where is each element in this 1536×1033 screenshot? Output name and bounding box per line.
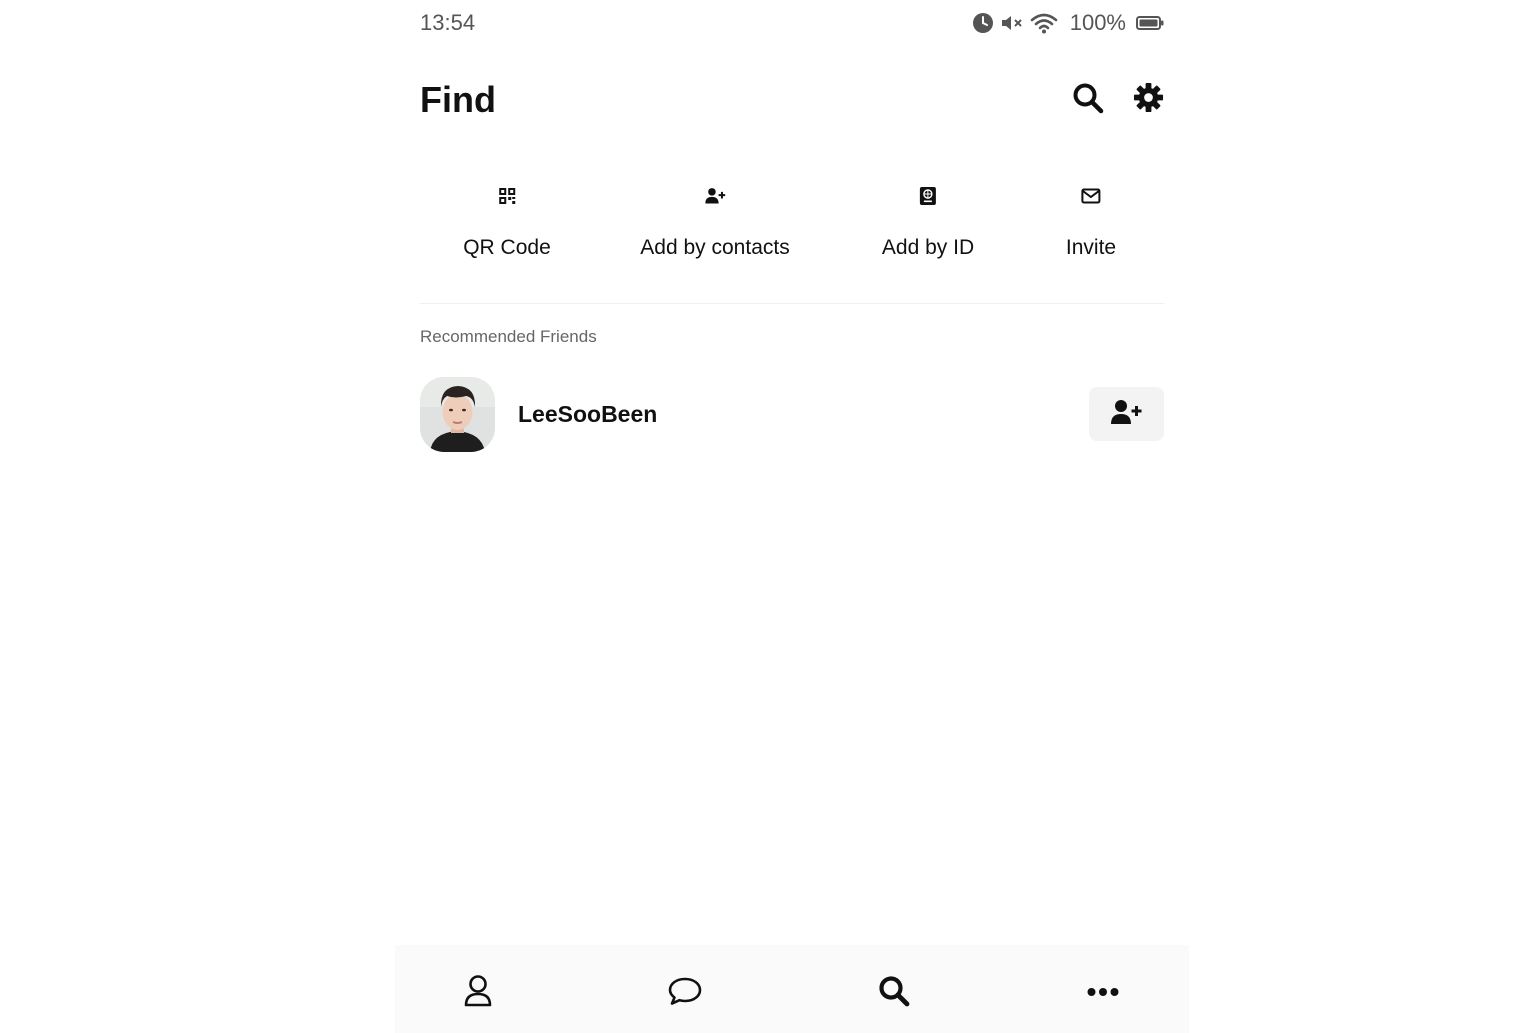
section-divider [420,303,1164,304]
quick-actions: QR Code Add by contacts Add by ID Invite [420,186,1164,276]
battery-percent: 100% [1069,10,1126,35]
id-book-icon [918,186,938,206]
wifi-icon [1030,12,1058,34]
settings-button[interactable] [1132,82,1164,118]
user-plus-icon [704,186,725,206]
person-icon [463,974,493,1013]
mute-icon [1000,12,1024,34]
add-by-contacts-button[interactable]: Add by contacts [640,186,790,260]
friend-name: LeeSooBeen [518,400,658,427]
search-icon [878,975,910,1012]
page-title: Find [420,79,496,120]
user-plus-icon [1111,399,1142,430]
invite-label: Invite [1065,236,1117,259]
search-icon [1072,82,1104,119]
list-item[interactable]: LeeSooBeen [420,376,1164,452]
status-bar: 13:54 100% [420,8,1164,38]
add-by-contacts-label: Add by contacts [640,236,790,259]
gear-icon [1133,82,1164,118]
nav-find[interactable] [876,975,912,1011]
add-friend-button[interactable] [1089,387,1164,441]
avatar[interactable] [420,376,495,452]
search-button[interactable] [1072,82,1104,119]
battery-icon [1136,15,1164,31]
add-by-id-button[interactable]: Add by ID [882,186,974,260]
status-time: 13:54 [420,10,476,35]
status-icons: 100% [972,10,1164,36]
envelope-icon [1081,186,1101,206]
add-by-id-label: Add by ID [881,236,975,259]
nav-chats[interactable] [667,975,703,1011]
app-header: Find [420,75,1164,125]
phone-screen: 13:54 100% Find QR Code Add by contacts … [395,0,1189,1033]
more-dots-icon [1087,984,1119,1002]
alarm-icon [972,12,994,34]
header-actions [1072,82,1164,119]
nav-friends[interactable] [460,974,496,1013]
recommended-friends-heading: Recommended Friends [420,327,597,346]
invite-button[interactable]: Invite [1066,186,1116,260]
qr-code-icon [497,186,517,206]
qr-code-label: QR Code [463,236,551,259]
chat-bubble-icon [668,976,702,1011]
nav-more[interactable] [1085,975,1121,1011]
qr-code-button[interactable]: QR Code [463,186,551,260]
bottom-navigation [395,945,1189,1033]
